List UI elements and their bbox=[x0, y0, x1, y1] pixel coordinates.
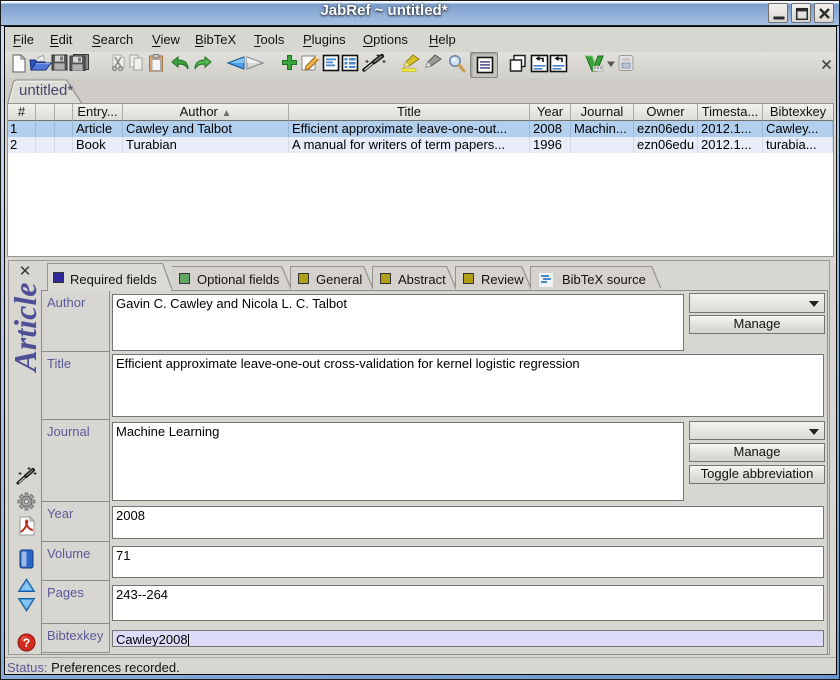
svg-text:?: ? bbox=[23, 636, 30, 650]
